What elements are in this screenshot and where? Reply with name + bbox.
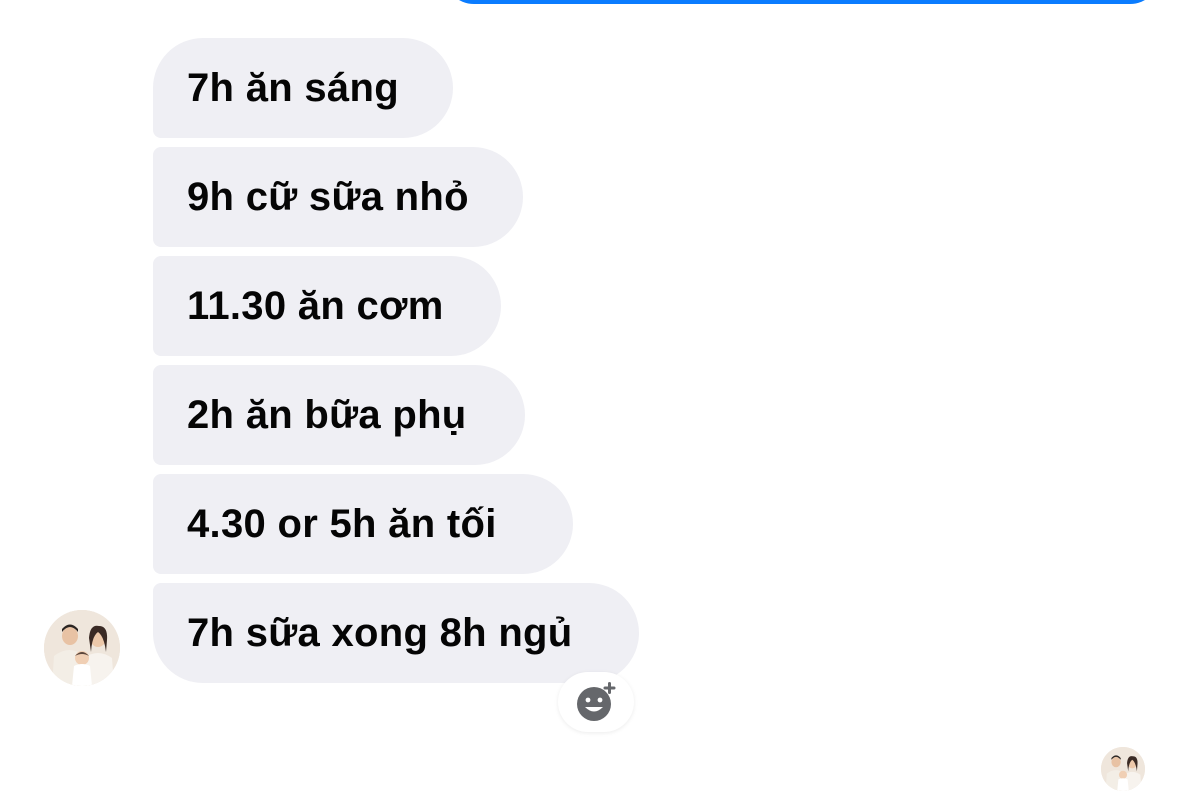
family-photo-icon: [44, 610, 120, 686]
received-message-bubble[interactable]: 7h sữa xong 8h ngủ: [153, 583, 639, 683]
received-message-bubble[interactable]: 9h cữ sữa nhỏ: [153, 147, 523, 247]
received-message-bubble[interactable]: 11.30 ăn cơm: [153, 256, 501, 356]
chat-screen: 7h ăn sáng 9h cữ sữa nhỏ 11.30 ăn cơm 2h…: [0, 0, 1200, 794]
received-message-bubble[interactable]: 2h ăn bữa phụ: [153, 365, 525, 465]
add-reaction-button[interactable]: [558, 672, 634, 732]
received-message-bubble[interactable]: 4.30 or 5h ăn tối: [153, 474, 573, 574]
family-photo-icon: [1101, 747, 1145, 791]
received-message-bubble[interactable]: 7h ăn sáng: [153, 38, 453, 138]
sent-message-bubble[interactable]: [444, 0, 1160, 4]
sender-avatar[interactable]: [44, 610, 120, 686]
seen-avatar: [1101, 747, 1145, 791]
add-reaction-icon: [577, 682, 616, 721]
